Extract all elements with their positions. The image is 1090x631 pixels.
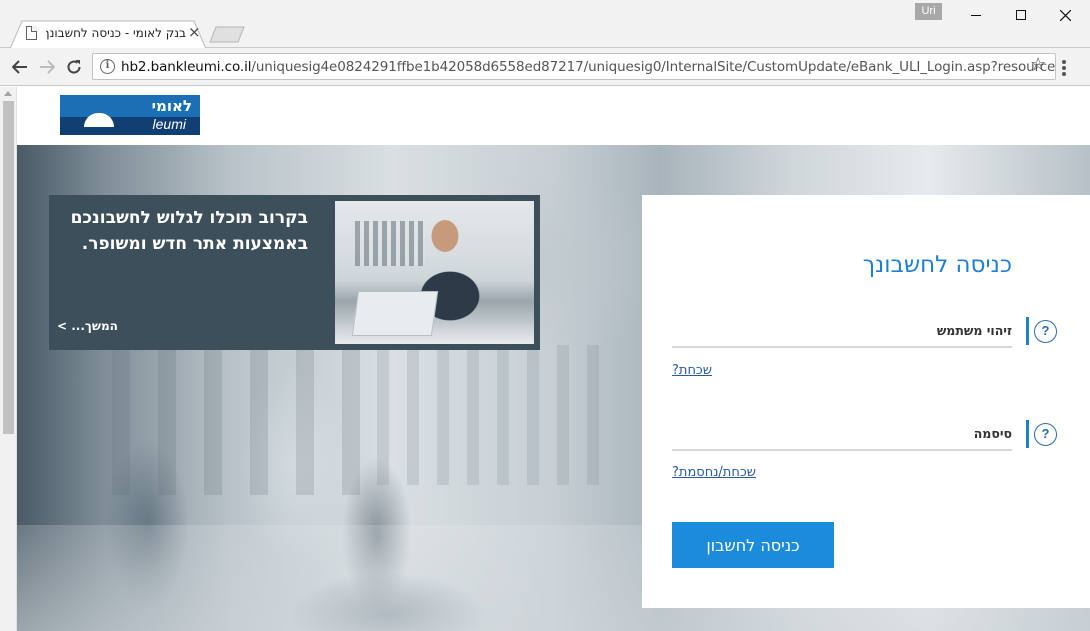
browser-titlebar: בנק לאומי - כניסה לחשבונך × Uri	[0, 0, 1090, 49]
back-button[interactable]	[8, 55, 32, 79]
minimize-button[interactable]	[953, 0, 998, 30]
bookmark-star-icon[interactable]: ☆	[1030, 56, 1046, 74]
maximize-icon	[1015, 10, 1026, 20]
promo-photo	[335, 201, 534, 344]
arrow-right-icon	[40, 60, 55, 74]
password-help-icon[interactable]: ?	[1034, 423, 1057, 446]
page-viewport: לאומי leumi בקרוב תוכלו לגלוש לחשבונכם ב…	[0, 87, 1090, 631]
arrow-left-icon	[12, 60, 27, 74]
forgot-password-link[interactable]: שכחת/נחסמת?	[672, 465, 756, 480]
forward-button[interactable]	[35, 55, 59, 79]
login-submit-button[interactable]: כניסה לחשבון	[672, 522, 834, 568]
login-title: כניסה לחשבונך	[862, 252, 1012, 278]
promo-headline: בקרוב תוכלו לגלוש לחשבונכם באמצעות אתר ח…	[70, 208, 308, 254]
bookshelf-image	[355, 221, 425, 266]
password-field-marker	[1026, 420, 1029, 448]
username-help-icon[interactable]: ?	[1034, 320, 1057, 343]
close-window-button[interactable]	[1043, 0, 1088, 30]
new-tab-button[interactable]	[209, 26, 245, 43]
leumi-logo[interactable]: לאומי leumi	[60, 95, 200, 135]
browser-toolbar: i hb2.bankleumi.co.il/uniquesig4e0824291…	[0, 48, 1090, 86]
laptop-image	[351, 291, 439, 336]
password-label: סיסמה	[973, 426, 1012, 441]
forgot-username-link[interactable]: שכחת?	[672, 363, 712, 378]
logo-latin-text: leumi	[152, 116, 186, 132]
logo-hebrew-text: לאומי	[151, 97, 192, 115]
username-input[interactable]	[672, 319, 972, 343]
profile-badge[interactable]: Uri	[915, 3, 942, 20]
minimize-icon	[970, 14, 981, 16]
url-path: /uniquesig4e0824291ffbe1b42058d6558ed872…	[251, 59, 1056, 75]
url-host: hb2.bankleumi.co.il	[121, 59, 252, 75]
scroll-thumb[interactable]	[3, 101, 14, 434]
login-panel: כניסה לחשבונך ? זיהוי משתמש שכחת? ? סיסמ…	[642, 195, 1090, 608]
logo-arc	[84, 113, 114, 127]
maximize-button[interactable]	[998, 0, 1043, 30]
tab-title: בנק לאומי - כניסה לחשבונך	[46, 26, 186, 40]
url-text[interactable]: hb2.bankleumi.co.il/uniquesig4e0824291ff…	[121, 59, 1056, 75]
site-header: לאומי leumi	[17, 87, 1090, 145]
password-input[interactable]	[672, 422, 972, 446]
hero-building-decoration-2	[377, 345, 617, 485]
reload-icon	[67, 60, 81, 74]
promo-continue-link[interactable]: המשך... >	[57, 319, 118, 333]
username-field-marker	[1026, 317, 1029, 345]
username-underline	[672, 346, 1012, 348]
tab-close-icon[interactable]: ×	[188, 23, 201, 41]
address-bar[interactable]: i hb2.bankleumi.co.il/uniquesig4e0824291…	[92, 53, 1056, 80]
vertical-scrollbar[interactable]	[0, 87, 17, 631]
page-icon	[26, 26, 37, 40]
promo-banner[interactable]: בקרוב תוכלו לגלוש לחשבונכם באמצעות אתר ח…	[49, 195, 540, 350]
scroll-up-icon[interactable]	[4, 91, 12, 96]
reload-button[interactable]	[62, 55, 86, 79]
browser-tab-active[interactable]: בנק לאומי - כניסה לחשבונך ×	[10, 20, 206, 49]
hero-background: בקרוב תוכלו לגלוש לחשבונכם באמצעות אתר ח…	[17, 145, 1090, 631]
password-underline	[672, 449, 1012, 451]
info-icon[interactable]: i	[100, 59, 115, 74]
close-icon	[1060, 9, 1071, 21]
browser-menu-icon[interactable]	[1062, 60, 1066, 76]
